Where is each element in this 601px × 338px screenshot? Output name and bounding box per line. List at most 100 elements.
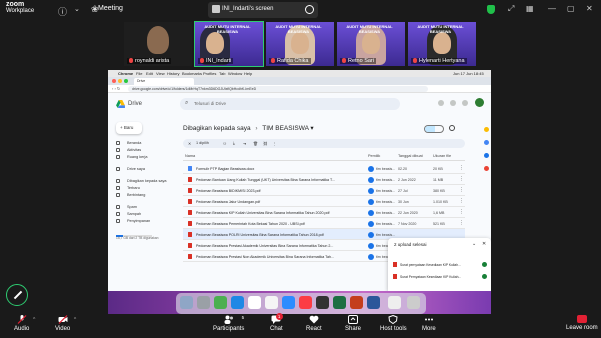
window-zoom-icon[interactable] [124, 79, 128, 83]
share-person-icon[interactable]: ⚇ [223, 141, 226, 146]
url-field[interactable]: drive.google.com/drive/u/1/folders/1dMrH… [128, 86, 428, 92]
table-row[interactable]: Pedoman Beasiswa BIDIKMISI 2023.pdf tim b… [183, 185, 465, 196]
close-icon[interactable]: ✕ [482, 241, 486, 247]
grid-view-icon[interactable]: ▦ [526, 4, 534, 13]
settings-icon[interactable] [450, 100, 456, 106]
trash-icon[interactable] [407, 296, 420, 309]
menu-item[interactable]: Profiles [203, 71, 216, 76]
nav-item[interactable]: Aktivitas [116, 147, 176, 154]
more-vert-icon[interactable]: ⋮ [273, 141, 277, 146]
more-vert-icon[interactable]: ⋮ [459, 220, 464, 226]
more-vert-icon[interactable]: ⋮ [459, 198, 464, 204]
react-button[interactable]: React [306, 315, 322, 332]
trash-icon[interactable]: 🗑 [253, 141, 258, 146]
powerpoint-icon[interactable] [350, 296, 363, 309]
participants-button[interactable]: Participants 5 [213, 315, 244, 332]
contacts-icon[interactable] [484, 153, 489, 158]
close-icon[interactable]: ✕ [586, 4, 593, 13]
info-icon[interactable]: ⓘ [58, 5, 67, 18]
download-icon[interactable]: ⤓ [233, 141, 235, 145]
more-vert-icon[interactable]: ⋮ [459, 176, 464, 182]
nav-item[interactable]: Penyimpanan [116, 218, 176, 225]
menu-item[interactable]: Chrome [118, 71, 133, 76]
menu-item[interactable]: History [167, 71, 179, 76]
menu-item[interactable]: Edit [146, 71, 153, 76]
word-icon[interactable] [367, 296, 380, 309]
calendar-icon[interactable] [248, 296, 261, 309]
col-owner[interactable]: Pemilik [368, 154, 380, 158]
caret-up-icon[interactable]: ^ [74, 317, 76, 323]
nav-arrows-icon[interactable]: ‹ › ↻ [112, 86, 120, 91]
tasks-icon[interactable] [484, 140, 489, 145]
nav-item[interactable]: Sampah [116, 211, 176, 218]
apps-icon[interactable] [462, 100, 468, 106]
col-name[interactable]: Nama [185, 154, 195, 158]
help-icon[interactable] [438, 100, 444, 106]
menu-item[interactable]: Tab [219, 71, 225, 76]
window-minimize-icon[interactable] [118, 79, 122, 83]
caret-up-icon[interactable]: ^ [33, 317, 35, 323]
document-icon[interactable] [388, 296, 401, 309]
move-icon[interactable]: ⇥ [243, 141, 246, 146]
meeting-label[interactable]: Meeting [98, 5, 123, 12]
excel-icon[interactable] [333, 296, 346, 309]
more-vert-icon[interactable]: ⋮ [459, 187, 464, 193]
chat-button[interactable]: Chat 1 [270, 313, 283, 332]
participant-tile[interactable]: AUDIT MUTU INTERNAL BEASISWA Rafida Chik… [266, 22, 334, 66]
participant-tile[interactable]: roynaldi arista [124, 22, 192, 66]
drive-search-bar[interactable]: ⌕ Telusuri di Drive [180, 98, 400, 110]
restore-icon[interactable]: ▢ [567, 4, 575, 13]
upload-item[interactable]: Surat pernyataan Kesediaan KIP Kuliah... [388, 259, 491, 270]
chevron-down-icon[interactable]: ⌄ [74, 5, 80, 13]
music-icon[interactable] [299, 296, 312, 309]
keep-icon[interactable] [484, 127, 489, 132]
menu-item[interactable]: View [156, 71, 165, 76]
upload-item[interactable]: Surat Pernyataan Kesediaan KIP Kuliah... [388, 271, 491, 282]
host-tools-button[interactable]: Host tools [380, 315, 407, 332]
breadcrumb-current[interactable]: TIM BEASISWA ▾ [262, 125, 313, 132]
nav-item[interactable]: Terbaru [116, 185, 176, 192]
nav-item[interactable]: Beranda [116, 140, 176, 147]
stop-share-icon[interactable] [305, 5, 314, 14]
leave-room-button[interactable]: Leave room [566, 315, 598, 331]
clear-selection-icon[interactable]: ✕ [188, 141, 191, 146]
participant-tile[interactable]: AUDIT MUTU INTERNAL BEASISWA Hylenarti H… [408, 22, 476, 66]
zoom-app-icon[interactable] [282, 296, 295, 309]
finder-icon[interactable] [180, 296, 193, 309]
screen-share-indicator[interactable]: INI_Indarti's screen [208, 2, 318, 18]
menu-item[interactable]: Window [228, 71, 242, 76]
details-info-icon[interactable] [449, 125, 455, 131]
participant-tile[interactable]: AUDIT MUTU INTERNAL BEASISWA INI_Indarti [194, 21, 264, 67]
nav-item[interactable]: Ruang kerja [116, 154, 176, 161]
more-button[interactable]: More [422, 315, 436, 332]
menu-item[interactable]: Bookmarks [182, 71, 202, 76]
notes-icon[interactable] [265, 296, 278, 309]
expand-icon[interactable]: ⤢ [508, 4, 514, 14]
link-icon[interactable]: ⛓ [263, 141, 268, 146]
table-row[interactable]: Pedoman Bantuan Uang Kuliah Tunggal (UKT… [183, 174, 465, 185]
security-shield-icon[interactable] [487, 5, 495, 14]
launchpad-icon[interactable] [197, 296, 210, 309]
menu-item[interactable]: Help [244, 71, 252, 76]
new-button[interactable]: + Baru [116, 122, 142, 134]
participant-tile[interactable]: AUDIT MUTU INTERNAL BEASISWA Retno Sari [337, 22, 405, 66]
more-vert-icon[interactable]: ⋮ [459, 165, 464, 171]
col-size[interactable]: Ukuran file [433, 154, 451, 158]
table-row[interactable]: Formulir PTP Bagian Beasiswa.docx tim bea… [183, 163, 465, 174]
more-vert-icon[interactable]: ⋮ [459, 209, 464, 215]
browser-tab-drive[interactable]: Drive [134, 78, 194, 85]
account-avatar[interactable] [475, 98, 484, 107]
nav-item[interactable]: Berbintang [116, 192, 176, 199]
table-row[interactable]: Pedoman Beasiswa KIP Kuliah Universitas … [183, 207, 465, 218]
appletv-icon[interactable] [316, 296, 329, 309]
window-close-icon[interactable] [112, 79, 116, 83]
nav-item[interactable]: Drive saya [116, 166, 176, 173]
safari-icon[interactable] [231, 296, 244, 309]
nav-item[interactable]: Dibagikan kepada saya [116, 178, 176, 185]
table-row[interactable]: Pedoman Beasiswa Jalur Undangan.pdf tim b… [183, 196, 465, 207]
table-row[interactable]: Pedoman Beasiswa Pemerintah Kota Bekasi … [183, 218, 465, 229]
nav-item[interactable]: Spam [116, 204, 176, 211]
video-button[interactable]: Video ^ [55, 315, 76, 332]
minimize-icon[interactable]: — [548, 4, 556, 13]
col-date[interactable]: Tanggal dibuat [398, 154, 423, 158]
